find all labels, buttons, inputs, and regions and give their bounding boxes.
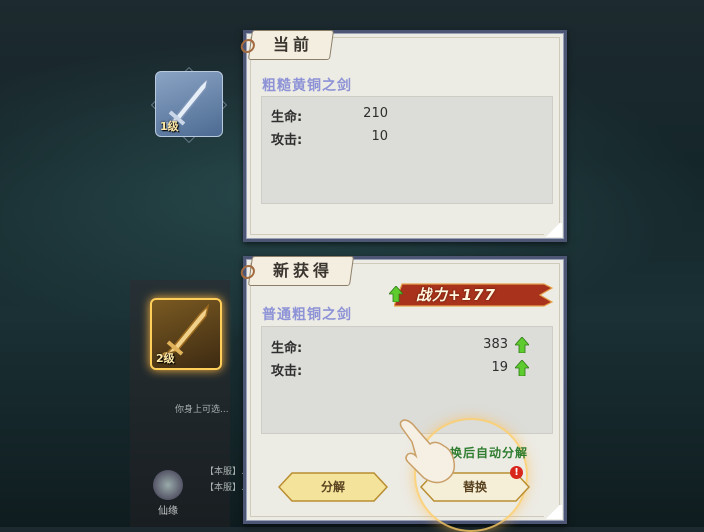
replace-label: 替换 [462, 480, 487, 494]
alert-badge: ! [510, 466, 523, 479]
current-item-tile[interactable]: 1级 [155, 71, 223, 137]
stat-value: 10 [371, 129, 388, 144]
chat-line: 你身上可选... [175, 405, 229, 415]
stat-label: 攻击: [271, 133, 303, 148]
stat-label: 生命: [271, 341, 303, 356]
new-item-tag-label: 新获得 [273, 261, 334, 280]
stat-value: 19 [491, 360, 508, 375]
current-item-name: 粗糙黄铜之剑 [262, 78, 352, 94]
stat-value: 210 [363, 106, 388, 121]
xianyuan-label: 仙缘 [158, 506, 178, 517]
green-up-arrow-icon [389, 286, 403, 302]
stats-box [261, 96, 553, 204]
decompose-button[interactable]: 分解 [278, 472, 388, 502]
new-item-tag: 新获得 [239, 256, 355, 286]
stat-label: 生命: [271, 110, 303, 125]
xianyuan-icon [153, 470, 183, 500]
green-up-arrow-icon [515, 337, 529, 353]
stat-value: 383 [483, 337, 508, 352]
new-item-name: 普通粗铜之剑 [262, 307, 352, 323]
current-item-panel: 生命: 210 攻击: 10 [243, 30, 567, 242]
stat-label: 攻击: [271, 364, 303, 379]
item-level: 2级 [156, 352, 175, 365]
current-tag: 当前 [239, 30, 335, 60]
current-tag-label: 当前 [273, 35, 314, 54]
pointing-hand-icon [399, 419, 456, 484]
green-up-arrow-icon [515, 360, 529, 376]
power-increase-label: 战力+177 [416, 286, 496, 304]
xianyuan-button[interactable]: 仙缘 [148, 470, 188, 520]
new-item-tile[interactable]: 2级 [150, 298, 222, 370]
decompose-label: 分解 [320, 480, 345, 494]
item-level: 1级 [160, 120, 179, 133]
